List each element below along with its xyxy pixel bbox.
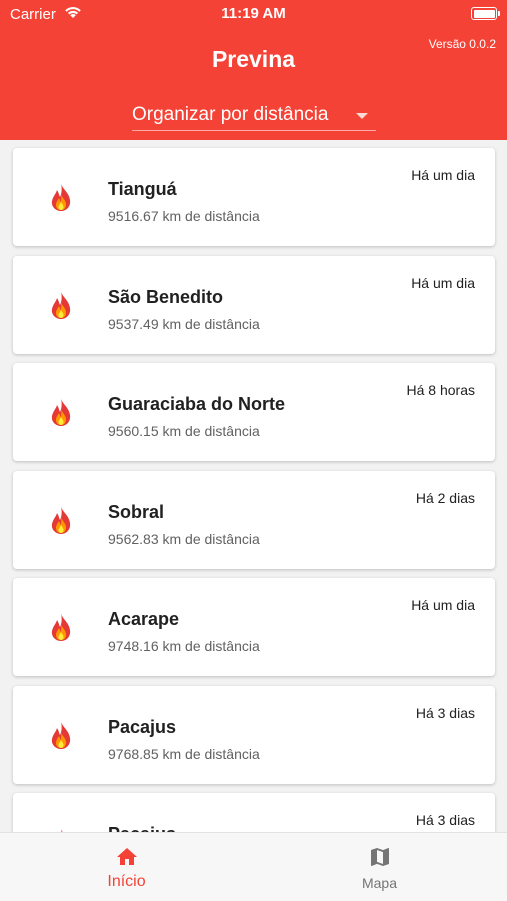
page-title: Previna [211, 46, 296, 72]
city-name: Sobral [108, 501, 165, 522]
battery-icon [471, 7, 500, 20]
status-time: 11:19 AM [221, 5, 286, 22]
city-name: Pacajus [108, 716, 177, 737]
list-item[interactable]: Guaraciaba do Norte 9560.15 km de distân… [13, 363, 495, 461]
list-item[interactable]: Pacajus Há 3 dias [13, 793, 495, 832]
fire-icon [49, 505, 73, 535]
time-ago: Há um dia [411, 274, 475, 291]
city-name: Pacajus [108, 824, 176, 832]
time-ago: Há 2 dias [415, 489, 475, 506]
distance-text: 9560.15 km de distância [108, 423, 260, 439]
list-item[interactable]: Pacajus 9768.85 km de distância Há 3 dia… [13, 685, 495, 784]
list-item[interactable]: Sobral 9562.83 km de distância Há 2 dias [13, 470, 495, 569]
city-name: Acarape [108, 609, 180, 629]
fire-list[interactable]: Tianguá 9516.67 km de distância Há um di… [0, 140, 507, 832]
city-name: Guaraciaba do Norte [108, 394, 286, 414]
tab-home-label: Início [107, 873, 146, 890]
list-item[interactable]: São Benedito 9537.49 km de distância Há … [13, 255, 495, 354]
home-icon [115, 845, 139, 869]
city-name: Tianguá [108, 179, 177, 199]
sort-dropdown-label: Organizar por distância [132, 104, 329, 125]
app-header: Carrier 11:19 AM Versão 0.0.2 Previna Or… [0, 0, 507, 140]
time-ago: Há 3 dias [415, 812, 475, 828]
fire-icon [49, 720, 73, 750]
list-item[interactable]: Tianguá 9516.67 km de distância Há um di… [13, 148, 495, 246]
bottom-tab-bar: Início Mapa [0, 832, 507, 901]
distance-text: 9562.83 km de distância [108, 530, 260, 547]
tab-map-label: Mapa [361, 875, 398, 891]
chevron-down-icon [356, 113, 368, 119]
distance-text: 9768.85 km de distância [108, 745, 260, 762]
list-item[interactable]: Acarape 9748.16 km de distância Há um di… [13, 578, 495, 676]
status-bar: Carrier 11:19 AM [0, 0, 507, 28]
distance-text: 9748.16 km de distância [108, 638, 260, 654]
distance-text: 9516.67 km de distância [108, 208, 260, 224]
time-ago: Há um dia [411, 167, 475, 183]
distance-text: 9537.49 km de distância [108, 315, 260, 332]
fire-icon [49, 290, 73, 320]
city-name: São Benedito [108, 286, 224, 307]
tab-map[interactable]: Mapa [253, 833, 506, 901]
time-ago: Há 8 horas [406, 382, 475, 398]
fire-icon [49, 182, 73, 212]
time-ago: Há 3 dias [415, 704, 475, 721]
tab-home[interactable]: Início [0, 833, 253, 901]
fire-icon [49, 397, 73, 427]
time-ago: Há um dia [411, 597, 475, 613]
map-icon [368, 845, 392, 869]
fire-icon [49, 612, 73, 642]
sort-dropdown[interactable]: Organizar por distância [132, 104, 376, 131]
